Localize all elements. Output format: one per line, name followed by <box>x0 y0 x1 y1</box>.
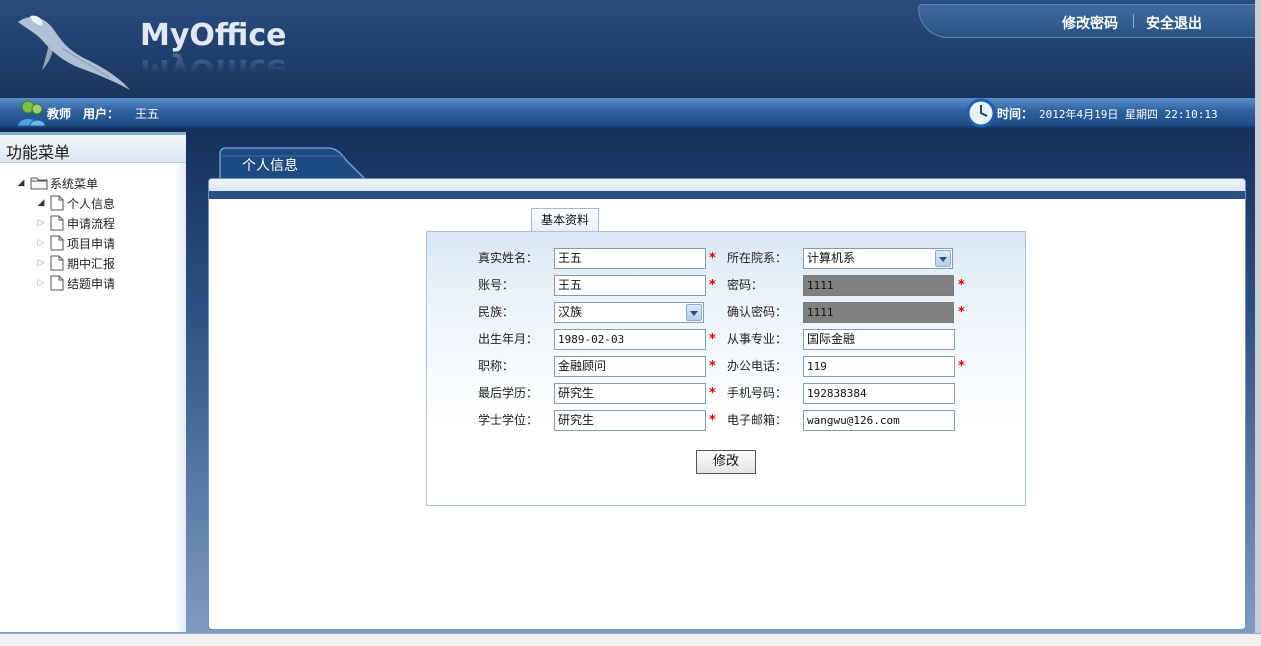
birth-label: 出生年月： <box>478 332 539 346</box>
collapsed-triangle-icon[interactable]: ▷ <box>36 238 46 248</box>
tab-label: 个人信息 <box>242 158 298 174</box>
page-icon <box>50 195 64 211</box>
sidebar-item-label: 结题申请 <box>67 276 116 291</box>
required-mark: * <box>709 386 716 401</box>
expanded-triangle-icon[interactable]: ◢ <box>36 198 46 208</box>
password-label: 密码： <box>727 278 764 292</box>
sidebar-item-project-apply[interactable]: ▷ 项目申请 <box>36 233 115 253</box>
window-edge <box>1255 0 1261 646</box>
real-name-field[interactable]: 王五 <box>554 248 706 269</box>
required-mark: * <box>709 413 716 428</box>
mobile-field[interactable]: 192838384 <box>803 383 955 404</box>
chevron-down-icon[interactable] <box>935 250 951 267</box>
collapsed-triangle-icon[interactable]: ▷ <box>36 218 46 228</box>
password-field[interactable]: 1111 <box>803 275 954 296</box>
page-icon <box>50 215 64 231</box>
confirm-password-field[interactable]: 1111 <box>803 302 954 323</box>
title-label: 职称： <box>478 359 515 373</box>
major-field[interactable]: 国际金融 <box>803 329 955 350</box>
sidebar-item-midterm-report[interactable]: ▷ 期中汇报 <box>36 253 115 273</box>
education-label: 最后学历： <box>478 386 539 400</box>
title-field[interactable]: 金融顾问 <box>554 356 706 377</box>
tree-root-label: 系统菜单 <box>50 176 99 191</box>
account-label: 账号： <box>478 278 515 292</box>
sidebar-title: 功能菜单 <box>6 143 71 162</box>
sidebar-item-label: 项目申请 <box>67 236 116 251</box>
user-role: 教师 <box>47 107 72 121</box>
required-mark: * <box>958 359 965 374</box>
link-divider <box>1133 14 1134 28</box>
dept-select[interactable]: 计算机系 <box>803 248 953 269</box>
page-icon <box>50 235 64 251</box>
sidebar: 功能菜单 ◢ 系统菜单 ◢ 个人信息 ▷ 申请流程 ▷ 项目申请 ▷ 期中汇报 … <box>0 132 186 632</box>
collapsed-triangle-icon[interactable]: ▷ <box>36 258 46 268</box>
required-mark: * <box>958 305 965 320</box>
ethnicity-select[interactable]: 汉族 <box>554 302 704 323</box>
chevron-down-icon[interactable] <box>686 304 702 321</box>
dept-label: 所在院系： <box>727 251 788 265</box>
real-name-label: 真实姓名： <box>478 251 539 265</box>
mobile-label: 手机号码： <box>727 386 788 400</box>
tree-root[interactable]: ◢ 系统菜单 <box>16 173 98 193</box>
user-bar: 教师 用户： 王五 时间： 2012年4月19日 星期四 22:10:13 <box>0 98 1261 128</box>
logo-text: MyOffice <box>140 18 287 53</box>
time-label: 时间： <box>997 107 1034 121</box>
major-label: 从事专业： <box>727 332 788 346</box>
required-mark: * <box>709 251 716 266</box>
office-phone-label: 办公电话： <box>727 359 788 373</box>
birth-field[interactable]: 1989-02-03 <box>554 329 706 350</box>
user-avatar-icon <box>17 100 46 127</box>
sidebar-item-apply-flow[interactable]: ▷ 申请流程 <box>36 213 115 233</box>
bird-logo-icon <box>18 15 130 90</box>
account-field[interactable]: 王五 <box>554 275 706 296</box>
required-mark: * <box>709 332 716 347</box>
required-mark: * <box>709 359 716 374</box>
time-value: 2012年4月19日 星期四 22:10:13 <box>1039 108 1218 121</box>
frame-header-bar <box>209 179 1245 199</box>
sidebar-item-final-apply[interactable]: ▷ 结题申请 <box>36 273 115 293</box>
email-field[interactable]: wangwu@126.com <box>803 410 955 431</box>
change-password-link[interactable]: 修改密码 <box>1062 13 1118 33</box>
required-mark: * <box>709 278 716 293</box>
logout-link[interactable]: 安全退出 <box>1146 13 1202 33</box>
sidebar-item-label: 申请流程 <box>67 216 116 231</box>
email-label: 电子邮箱： <box>727 413 788 427</box>
clock-icon <box>966 98 996 128</box>
page-icon <box>50 255 64 271</box>
confirm-password-label: 确认密码： <box>727 305 788 319</box>
dept-value: 计算机系 <box>807 251 856 265</box>
logo-reflection: MyOffice <box>140 52 287 87</box>
sidebar-item-label: 期中汇报 <box>67 256 116 271</box>
ethnicity-value: 汉族 <box>558 305 583 319</box>
page-icon <box>50 275 64 291</box>
required-mark: * <box>958 278 965 293</box>
folder-icon <box>30 177 48 190</box>
tab-personal-info[interactable]: 个人信息 <box>218 146 368 180</box>
top-links: 修改密码 安全退出 <box>918 4 1261 38</box>
expanded-triangle-icon[interactable]: ◢ <box>16 178 26 188</box>
app-header: MyOffice MyOffice 修改密码 安全退出 <box>0 0 1261 98</box>
user-name: 王五 <box>135 107 160 121</box>
education-field[interactable]: 研究生 <box>554 383 706 404</box>
ethnicity-label: 民族： <box>478 305 515 319</box>
office-phone-field[interactable]: 119 <box>803 356 955 377</box>
modify-button[interactable]: 修改 <box>696 450 756 474</box>
bottom-strip <box>0 633 1261 646</box>
sidebar-item-personal-info[interactable]: ◢ 个人信息 <box>36 193 115 213</box>
sidebar-item-label: 个人信息 <box>67 196 116 211</box>
degree-field[interactable]: 研究生 <box>554 410 706 431</box>
user-label: 用户： <box>83 107 120 121</box>
collapsed-triangle-icon[interactable]: ▷ <box>36 278 46 288</box>
subtab-basic-info[interactable]: 基本资料 <box>531 208 599 232</box>
degree-label: 学士学位： <box>478 413 539 427</box>
